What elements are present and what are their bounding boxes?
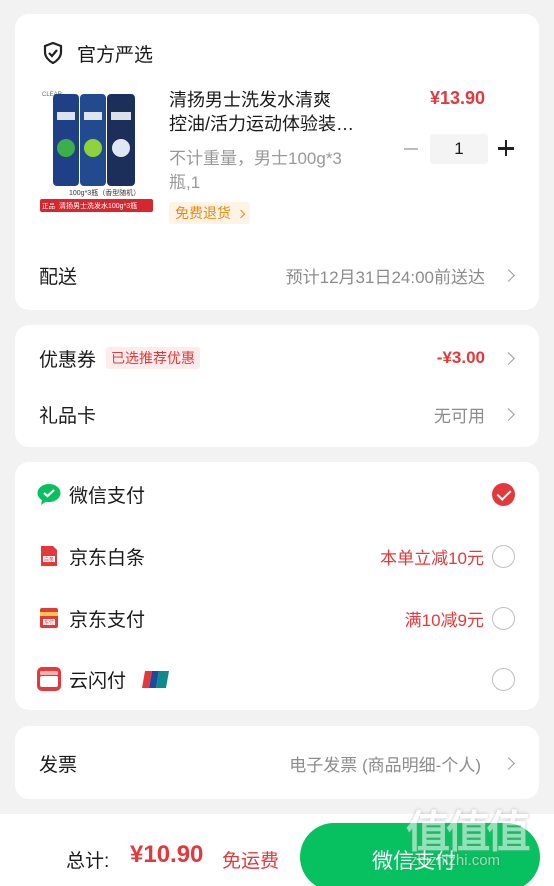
checkout-bar: 总计: ¥10.90 免运费 微信支付 值 值 值 zhizhizhi.com <box>0 808 554 886</box>
chevron-right-icon <box>502 407 515 421</box>
chevron-right-icon <box>236 209 246 219</box>
total-value: ¥10.90 <box>130 841 204 868</box>
store-name: 官方严选 <box>77 44 154 66</box>
quantity-stepper: 1 <box>401 134 521 164</box>
minus-button[interactable] <box>401 134 423 164</box>
coupon-value: -¥3.00 <box>436 348 485 367</box>
giftcard-value: 无可用 <box>434 406 485 426</box>
watermark-text: 值 值 值 <box>406 808 530 857</box>
jd-pay-icon: 东付 <box>39 606 59 630</box>
invoice-label: 发票 <box>39 754 78 776</box>
wechat-pay-icon <box>37 482 61 506</box>
discount-card: 优惠券 已选推荐优惠 -¥3.00 礼品卡 无可用 <box>15 325 539 447</box>
payment-promo: 满10减9元 <box>404 610 484 630</box>
svg-text:正品: 正品 <box>42 202 55 210</box>
coupon-badge: 已选推荐优惠 <box>106 347 200 369</box>
payment-option-quickpass[interactable]: 云闪付 <box>15 664 539 694</box>
jd-baitiao-icon: 白条 <box>39 544 59 568</box>
radio-checked-icon[interactable] <box>492 482 515 506</box>
product-title[interactable]: 清扬男士洗发水清爽 控油/活力运动体验装… <box>169 88 399 136</box>
delivery-row[interactable]: 配送 预计12月31日24:00前送达 <box>15 260 539 290</box>
invoice-value: 电子发票 (商品明细-个人) <box>289 755 481 775</box>
quantity-value[interactable]: 1 <box>430 134 488 164</box>
chevron-right-icon <box>502 756 515 770</box>
delivery-value: 预计12月31日24:00前送达 <box>285 267 485 287</box>
payment-option-baitiao[interactable]: 白条 京东白条 本单立减10元 <box>15 541 539 571</box>
plus-button[interactable] <box>495 134 519 164</box>
payment-option-wechat[interactable]: 微信支付 <box>15 479 539 509</box>
watermark: 值 值 值 zhizhizhi.com <box>404 796 550 886</box>
invoice-row[interactable]: 发票 电子发票 (商品明细-个人) <box>15 748 539 778</box>
product-image[interactable]: CLEAR 100g*3瓶（香型随机） 正品 清扬男士洗发水100g*3瓶 <box>39 86 154 212</box>
svg-text:100g*3瓶（香型随机）: 100g*3瓶（香型随机） <box>69 188 140 197</box>
union-quickpass-icon <box>37 667 61 691</box>
payment-name: 京东支付 <box>69 609 146 631</box>
chevron-right-icon <box>502 351 515 365</box>
radio-unchecked-icon[interactable] <box>492 667 515 691</box>
svg-text:清扬男士洗发水100g*3瓶: 清扬男士洗发水100g*3瓶 <box>59 201 137 210</box>
payment-option-jdpay[interactable]: 东付 京东支付 满10减9元 <box>15 603 539 633</box>
radio-unchecked-icon[interactable] <box>492 606 515 630</box>
product-spec[interactable]: 不计重量，男士100g*3 瓶,1 <box>169 147 379 195</box>
chevron-right-icon <box>502 268 515 282</box>
coupon-label: 优惠券 <box>39 349 97 371</box>
payment-name: 微信支付 <box>69 485 146 507</box>
coupon-row[interactable]: 优惠券 已选推荐优惠 -¥3.00 <box>15 343 539 373</box>
svg-text:东付: 东付 <box>44 619 54 626</box>
invoice-card: 发票 电子发票 (商品明细-个人) <box>15 726 539 799</box>
delivery-label: 配送 <box>39 266 78 288</box>
watermark-url: zhizhizhi.com <box>410 852 501 869</box>
shipping-fee: 免运费 <box>222 851 280 872</box>
svg-text:白条: 白条 <box>44 556 54 563</box>
total-label: 总计: <box>66 851 110 872</box>
giftcard-label: 礼品卡 <box>39 405 97 427</box>
payment-promo: 本单立减10元 <box>380 548 484 568</box>
giftcard-row[interactable]: 礼品卡 无可用 <box>15 399 539 429</box>
payment-name: 云闪付 <box>69 670 127 692</box>
order-item-card: 官方严选 CLEAR 100g*3瓶（香型随机） 正品 清扬男士洗发水100g*… <box>15 14 539 310</box>
store-header: 官方严选 <box>15 38 539 68</box>
free-return-tag[interactable]: 免费退货 <box>169 202 250 224</box>
product-price: ¥13.90 <box>429 88 485 108</box>
payment-name: 京东白条 <box>69 547 146 569</box>
unionpay-logo <box>141 670 170 689</box>
payment-card: 微信支付 白条 京东白条 本单立减10元 东付 京东支付 满10减9元 云闪付 <box>15 462 539 710</box>
radio-unchecked-icon[interactable] <box>492 544 515 568</box>
shield-check-icon <box>43 42 63 64</box>
